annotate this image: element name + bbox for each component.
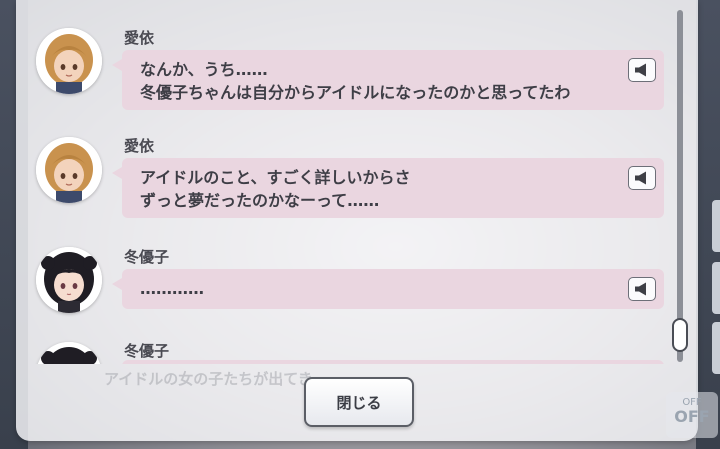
scrollbar-thumb[interactable] <box>672 318 688 352</box>
voice-replay-button[interactable] <box>628 58 656 82</box>
dialogue-bubble: なんか、うち…… 冬優子ちゃんは自分からアイドルになったのかと思ってたわ <box>112 50 664 110</box>
fuyuko-avatar <box>36 247 102 313</box>
speaker-icon <box>635 282 646 296</box>
speaker-name: 冬優子 <box>124 342 170 360</box>
side-menu-tab[interactable] <box>712 322 720 374</box>
speaker-icon <box>635 63 646 77</box>
dialogue-line: なんか、うち…… <box>140 60 268 79</box>
side-menu-tab[interactable] <box>712 200 720 252</box>
dialogue-bubble: ………… <box>112 269 664 309</box>
speaker-name: 愛依 <box>124 29 155 47</box>
speaker-name: 愛依 <box>124 137 155 155</box>
fuyuko-avatar <box>36 342 102 364</box>
dialogue-bubble: アイドルのこと、すごく詳しいからさ ずっと夢だったのかなーって…… <box>112 158 664 218</box>
message-log-panel: 愛依 なんか、うち…… 冬優子ちゃんは自分からアイドルになったのかと思ってたわ <box>16 0 698 441</box>
auto-toggle-label[interactable]: OFF OFF <box>666 392 718 438</box>
aii-avatar <box>36 28 102 94</box>
background-right-edge <box>696 0 720 449</box>
dialogue-line: ………… <box>140 279 204 298</box>
speaker-icon <box>635 171 646 185</box>
message-log-list[interactable]: 愛依 なんか、うち…… 冬優子ちゃんは自分からアイドルになったのかと思ってたわ <box>16 0 676 364</box>
dialogue-line: アイドルのこと、すごく詳しいからさ <box>140 168 411 187</box>
dialogue-line: 冬優子ちゃんは自分からアイドルになったのかと思ってたわ <box>140 83 571 102</box>
speaker-name: 冬優子 <box>124 248 170 266</box>
dialogue-line: ずっと夢だったのかなーって…… <box>140 191 380 210</box>
auto-toggle-big-text: OFF <box>674 407 710 426</box>
side-menu-tab[interactable] <box>712 262 720 314</box>
close-button[interactable]: 閉じる <box>304 377 414 427</box>
voice-replay-button[interactable] <box>628 166 656 190</box>
aii-avatar <box>36 137 102 203</box>
scrollbar-track[interactable] <box>677 10 683 362</box>
voice-replay-button[interactable] <box>628 277 656 301</box>
dialogue-bubble <box>122 360 664 364</box>
